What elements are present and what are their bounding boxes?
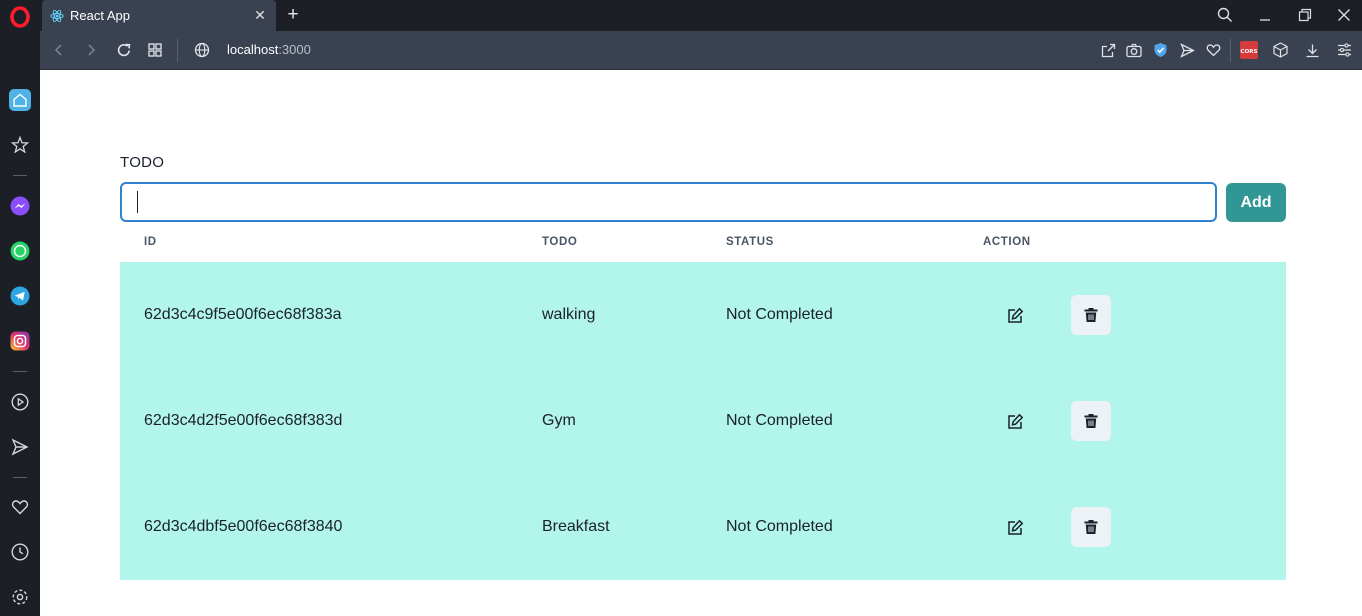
cors-badge-text: CORS xyxy=(1240,49,1257,55)
add-button[interactable]: Add xyxy=(1226,183,1286,222)
whatsapp-icon[interactable] xyxy=(9,240,31,262)
todo-status: Not Completed xyxy=(726,412,833,429)
close-window-icon[interactable] xyxy=(1331,4,1357,26)
column-header-status: STATUS xyxy=(726,236,774,248)
delete-button[interactable] xyxy=(1071,295,1111,335)
close-tab-icon[interactable]: ✕ xyxy=(252,7,268,24)
delete-button[interactable] xyxy=(1071,401,1111,441)
url-text[interactable]: localhost:3000 xyxy=(227,42,311,57)
url-host: localhost xyxy=(227,42,279,57)
cors-extension-icon[interactable]: CORS xyxy=(1240,41,1258,59)
address-bar: localhost:3000 CORS xyxy=(40,31,1362,70)
todo-text: Breakfast xyxy=(542,518,610,535)
shield-icon[interactable] xyxy=(1151,41,1169,59)
history-icon[interactable] xyxy=(9,541,31,563)
page-content: TODO Add ID TODO STATUS ACTION 62d3c4c9f… xyxy=(40,70,1362,616)
todo-id: 62d3c4dbf5e00f6ec68f3840 xyxy=(144,518,343,535)
instagram-icon[interactable] xyxy=(9,330,31,352)
todo-text: Gym xyxy=(542,412,576,429)
search-tabs-icon[interactable] xyxy=(1212,4,1238,26)
column-header-id: ID xyxy=(144,236,157,248)
globe-icon[interactable] xyxy=(192,40,212,60)
todo-id: 62d3c4c9f5e00f6ec68f383a xyxy=(144,306,342,323)
send-icon[interactable] xyxy=(9,436,31,458)
tab-bar: React App ✕ + xyxy=(40,0,1362,31)
sidebar-separator xyxy=(13,371,27,372)
todo-text: walking xyxy=(542,306,596,323)
edit-icon[interactable] xyxy=(1005,305,1025,325)
extensions-cube-icon[interactable] xyxy=(1271,41,1289,59)
restore-icon[interactable] xyxy=(1292,4,1318,26)
minimize-icon[interactable] xyxy=(1252,4,1278,26)
home-icon[interactable] xyxy=(9,89,31,111)
new-tab-plus-icon[interactable]: + xyxy=(282,4,304,26)
todo-input[interactable] xyxy=(120,182,1217,222)
browser-sidebar xyxy=(0,0,40,616)
app-window: React App ✕ + localhost:3000 CORS TODO A… xyxy=(0,0,1362,616)
todo-status: Not Completed xyxy=(726,306,833,323)
react-logo-icon xyxy=(50,9,64,23)
url-port: :3000 xyxy=(278,42,311,57)
todo-form-label: TODO xyxy=(120,154,165,171)
messenger-icon[interactable] xyxy=(9,195,31,217)
todo-status: Not Completed xyxy=(726,518,833,535)
tab-react-app[interactable]: React App ✕ xyxy=(42,0,276,31)
todo-table-body: 62d3c4c9f5e00f6ec68f383a walking Not Com… xyxy=(120,262,1286,580)
trash-icon xyxy=(1084,519,1098,535)
share-icon[interactable] xyxy=(1099,41,1117,59)
back-icon[interactable] xyxy=(49,40,69,60)
trash-icon xyxy=(1084,413,1098,429)
reload-icon[interactable] xyxy=(114,40,134,60)
table-row: 62d3c4d2f5e00f6ec68f383d Gym Not Complet… xyxy=(120,368,1286,474)
column-header-action: ACTION xyxy=(983,236,1031,248)
send-icon[interactable] xyxy=(1178,41,1196,59)
text-caret xyxy=(137,191,138,213)
table-row: 62d3c4c9f5e00f6ec68f383a walking Not Com… xyxy=(120,262,1286,368)
opera-logo-icon[interactable] xyxy=(9,6,31,28)
heart-icon[interactable] xyxy=(1204,41,1222,59)
star-icon[interactable] xyxy=(9,134,31,156)
camera-icon[interactable] xyxy=(1125,41,1143,59)
settings-icon[interactable] xyxy=(9,586,31,608)
column-header-todo: TODO xyxy=(542,236,578,248)
delete-button[interactable] xyxy=(1071,507,1111,547)
tab-title: React App xyxy=(70,8,130,23)
download-icon[interactable] xyxy=(1303,41,1321,59)
telegram-icon[interactable] xyxy=(9,285,31,307)
player-icon[interactable] xyxy=(9,391,31,413)
address-separator xyxy=(177,39,178,62)
trash-icon xyxy=(1084,307,1098,323)
toolbar-separator xyxy=(1230,39,1231,62)
edit-icon[interactable] xyxy=(1005,411,1025,431)
edit-icon[interactable] xyxy=(1005,517,1025,537)
forward-icon[interactable] xyxy=(81,40,101,60)
sidebar-separator xyxy=(13,477,27,478)
heart-icon[interactable] xyxy=(9,496,31,518)
todo-id: 62d3c4d2f5e00f6ec68f383d xyxy=(144,412,343,429)
table-row: 62d3c4dbf5e00f6ec68f3840 Breakfast Not C… xyxy=(120,474,1286,580)
easy-setup-icon[interactable] xyxy=(1335,41,1353,59)
sidebar-separator xyxy=(13,175,27,176)
tabs-grid-icon[interactable] xyxy=(145,40,165,60)
